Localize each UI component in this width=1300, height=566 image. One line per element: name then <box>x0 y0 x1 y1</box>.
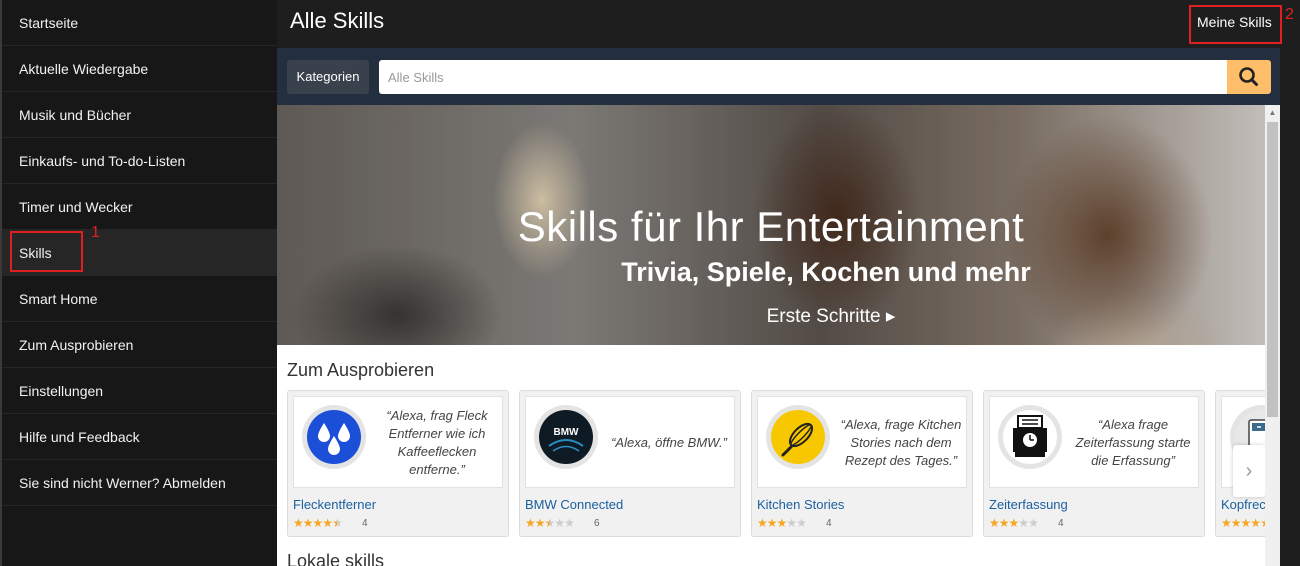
banner-cta-link[interactable]: Erste Schritte ▸ <box>277 305 1265 328</box>
skill-card-preview: “Alexa, frage Kitchen Stories nach dem R… <box>757 396 967 488</box>
review-count: 4 <box>1058 518 1064 529</box>
window-edge <box>1280 0 1300 566</box>
star-rating: ★★★★★ <box>293 516 343 530</box>
search-bar: Kategorien <box>277 48 1280 105</box>
header: Alle Skills Meine Skills <box>277 0 1300 48</box>
sidebar-item-hilfe-feedback[interactable]: Hilfe und Feedback <box>2 414 277 460</box>
skill-card-zeiterfassung[interactable]: “Alexa frage Zeiterfassung starte die Er… <box>983 390 1205 537</box>
sidebar-item-abmelden[interactable]: Sie sind nicht Werner? Abmelden <box>2 460 277 506</box>
skill-quote: “Alexa, öffne BMW.” <box>611 435 727 450</box>
bmw-logo-icon: BMW <box>539 410 593 464</box>
sidebar-item-einstellungen[interactable]: Einstellungen <box>2 368 277 414</box>
svg-text:BMW: BMW <box>554 427 580 438</box>
annotation-box-2 <box>1189 5 1282 44</box>
skill-name-link[interactable]: Kitchen Stories <box>757 497 844 512</box>
skill-name-link[interactable]: BMW Connected <box>525 497 623 512</box>
sidebar-item-startseite[interactable]: Startseite <box>2 0 277 46</box>
banner-title: Skills für Ihr Entertainment <box>517 203 1025 250</box>
star-rating: ★★★★★ <box>525 516 575 530</box>
main-content: Skills für Ihr Entertainment Trivia, Spi… <box>277 105 1265 566</box>
skill-icon-frame: BMW <box>534 405 598 469</box>
skill-card-fleckentferner[interactable]: “Alexa, frag Fleck Entferner wie ich Kaf… <box>287 390 509 537</box>
sidebar-item-musik-buecher[interactable]: Musik und Bücher <box>2 92 277 138</box>
skill-icon-frame <box>302 405 366 469</box>
review-count: 4 <box>362 518 368 529</box>
search-button[interactable] <box>1227 60 1271 94</box>
skill-name-link[interactable]: Kopfrec <box>1221 497 1265 512</box>
sidebar-item-timer-wecker[interactable]: Timer und Wecker <box>2 184 277 230</box>
search-icon <box>1239 67 1258 86</box>
section-title: Zum Ausprobieren <box>287 360 435 380</box>
skill-icon-frame <box>998 405 1062 469</box>
sidebar: Startseite Aktuelle Wiedergabe Musik und… <box>0 0 277 566</box>
skill-card-bmw-connected[interactable]: BMW “Alexa, öffne BMW.” BMW Connected ★★… <box>519 390 741 537</box>
annotation-number-1: 1 <box>91 224 100 241</box>
skill-quote: “Alexa, frag Fleck Entferner wie ich Kaf… <box>386 408 488 477</box>
skill-quote: “Alexa frage Zeiterfassung starte die Er… <box>1075 417 1191 468</box>
skill-icon-frame <box>766 405 830 469</box>
chevron-right-icon: › <box>1245 460 1253 482</box>
skill-name-link[interactable]: Fleckentferner <box>293 497 376 512</box>
skill-name-link[interactable]: Zeiterfassung <box>989 497 1068 512</box>
sidebar-item-zum-ausprobieren[interactable]: Zum Ausprobieren <box>2 322 277 368</box>
sidebar-item-aktuelle-wiedergabe[interactable]: Aktuelle Wiedergabe <box>2 46 277 92</box>
star-rating: ★★★★★ <box>989 516 1039 530</box>
whisk-icon <box>771 410 825 464</box>
banner-subtitle: Trivia, Spiele, Kochen und mehr <box>621 257 1031 287</box>
star-rating: ★★★★★ <box>757 516 807 530</box>
annotation-number-2: 2 <box>1285 6 1294 23</box>
scroll-up-arrow-icon[interactable]: ▲ <box>1265 105 1280 120</box>
scrollbar-thumb[interactable] <box>1267 122 1278 417</box>
carousel-next-button[interactable]: › <box>1233 445 1265 497</box>
skill-card-preview: BMW “Alexa, öffne BMW.” <box>525 396 735 488</box>
section-title-lokale-skills: Lokale skills <box>287 551 385 566</box>
annotation-box-1 <box>10 231 83 272</box>
search-input[interactable] <box>379 60 1227 94</box>
skill-card-kitchen-stories[interactable]: “Alexa, frage Kitchen Stories nach dem R… <box>751 390 973 537</box>
scrollbar[interactable]: ▲ <box>1265 105 1280 566</box>
categories-button[interactable]: Kategorien <box>287 60 369 94</box>
skill-card-preview: “Alexa frage Zeiterfassung starte die Er… <box>989 396 1199 488</box>
promo-banner[interactable]: Skills für Ihr Entertainment Trivia, Spi… <box>277 105 1265 345</box>
skill-quote: “Alexa, frage Kitchen Stories nach dem R… <box>840 417 962 468</box>
time-clock-icon <box>1003 410 1057 464</box>
sidebar-item-listen[interactable]: Einkaufs- und To-do-Listen <box>2 138 277 184</box>
star-rating: ★★★★★ <box>1221 516 1265 530</box>
skill-card-preview: “Alexa, frag Fleck Entferner wie ich Kaf… <box>293 396 503 488</box>
review-count: 4 <box>826 518 832 529</box>
review-count: 6 <box>594 518 600 529</box>
sidebar-item-smart-home[interactable]: Smart Home <box>2 276 277 322</box>
water-drops-icon <box>307 410 361 464</box>
page-title: Alle Skills <box>290 8 385 33</box>
